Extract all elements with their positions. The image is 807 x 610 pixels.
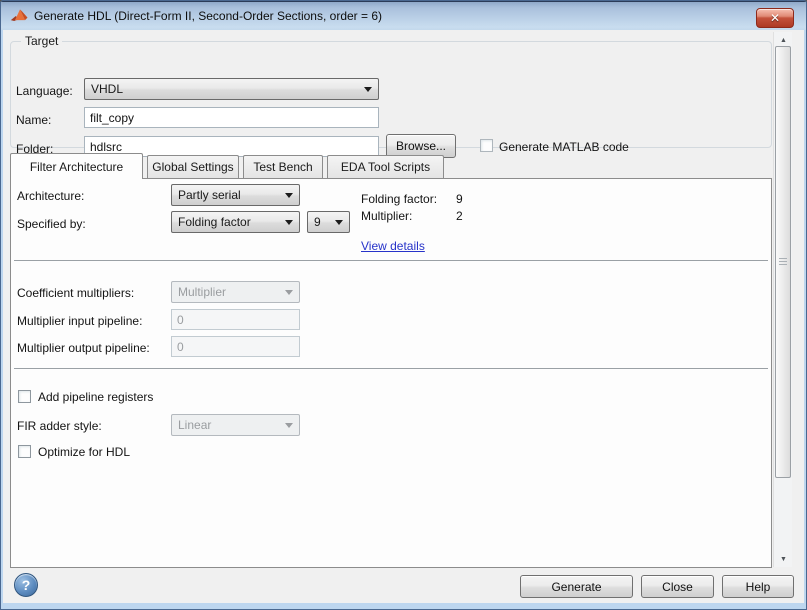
multiplier-output-pipeline-input [171,336,300,357]
coefficient-multipliers-select: Multiplier [171,281,300,303]
architecture-select[interactable]: Partly serial [171,184,300,206]
browse-button-label: Browse... [395,139,446,153]
multiplier-output-pipeline-label: Multiplier output pipeline: [17,341,150,355]
generate-button-label: Generate [551,579,602,594]
tab-global-settings[interactable]: Global Settings [147,155,239,178]
separator [14,368,768,369]
info-multiplier-value: 2 [456,209,463,223]
architecture-value: Partly serial [178,188,241,202]
close-window-button[interactable]: ✕ [756,8,794,28]
vertical-scrollbar[interactable]: ▲ ▼ [773,32,792,567]
window-title: Generate HDL (Direct-Form II, Second-Ord… [34,9,383,23]
coefficient-multipliers-value: Multiplier [178,285,227,299]
help-button[interactable]: Help [722,575,794,598]
matlab-logo-icon [10,9,28,21]
name-input[interactable] [84,107,379,128]
help-icon[interactable]: ? [14,573,38,597]
view-details-link[interactable]: View details [361,239,425,253]
tab-label: Global Settings [152,160,234,174]
tab-filter-architecture[interactable]: Filter Architecture [10,153,143,179]
question-mark-icon: ? [21,577,31,593]
close-button[interactable]: Close [641,575,714,598]
fir-adder-style-label: FIR adder style: [17,419,102,433]
specified-by-label: Specified by: [17,217,86,231]
generate-button[interactable]: Generate [520,575,633,598]
generate-hdl-dialog: Generate HDL (Direct-Form II, Second-Ord… [0,0,807,610]
chevron-down-icon [285,192,293,198]
name-label: Name: [16,113,52,127]
folding-factor-select[interactable]: 9 [307,211,350,233]
chevron-down-icon [285,219,293,225]
help-button-label: Help [745,579,771,594]
chevron-down-icon [285,422,293,428]
chevron-down-icon [285,289,293,295]
title-bar[interactable]: Generate HDL (Direct-Form II, Second-Ord… [1,1,806,30]
specified-by-select[interactable]: Folding factor [171,211,300,233]
info-folding-factor-label: Folding factor: [361,192,438,206]
separator [14,260,768,261]
chevron-down-icon [364,86,372,92]
language-label: Language: [16,84,73,98]
chevron-down-icon [335,219,343,225]
scroll-up-icon: ▲ [780,36,787,44]
scrollbar-grip-icon [779,258,787,265]
optimize-for-hdl-label: Optimize for HDL [38,445,131,459]
architecture-label: Architecture: [17,189,85,203]
scrollbar-thumb[interactable] [775,46,791,478]
tab-test-bench[interactable]: Test Bench [243,155,323,178]
fir-adder-style-value: Linear [178,418,212,432]
info-multiplier-label: Multiplier: [361,209,413,223]
filter-architecture-panel: Architecture: Partly serial Specified by… [10,178,772,568]
generate-matlab-code-checkbox[interactable] [480,139,493,152]
multiplier-input-pipeline-label: Multiplier input pipeline: [17,314,143,328]
fir-adder-style-select: Linear [171,414,300,436]
tab-label: Test Bench [253,160,313,174]
generate-matlab-code-label: Generate MATLAB code [499,140,629,154]
target-group-label: Target [21,34,63,48]
multiplier-input-pipeline-input [171,309,300,330]
language-value: VHDL [91,82,124,96]
folding-factor-value: 9 [314,215,321,229]
scroll-down-button[interactable]: ▼ [775,551,792,567]
close-button-label: Close [662,579,693,594]
optimize-for-hdl-checkbox[interactable] [18,445,31,458]
tab-eda-tool-scripts[interactable]: EDA Tool Scripts [327,155,444,178]
close-icon: ✕ [769,11,781,25]
info-folding-factor-value: 9 [456,192,463,206]
specified-by-value: Folding factor [178,215,251,229]
tab-label: Filter Architecture [29,159,124,174]
add-pipeline-registers-label: Add pipeline registers [38,390,154,404]
language-select[interactable]: VHDL [84,78,379,100]
scroll-down-icon: ▼ [780,555,787,563]
tab-label: EDA Tool Scripts [340,160,431,174]
add-pipeline-registers-checkbox[interactable] [18,390,31,403]
coefficient-multipliers-label: Coefficient multipliers: [17,286,135,300]
dialog-content: Target Language: VHDL Name: Folder: Brow… [3,30,804,603]
